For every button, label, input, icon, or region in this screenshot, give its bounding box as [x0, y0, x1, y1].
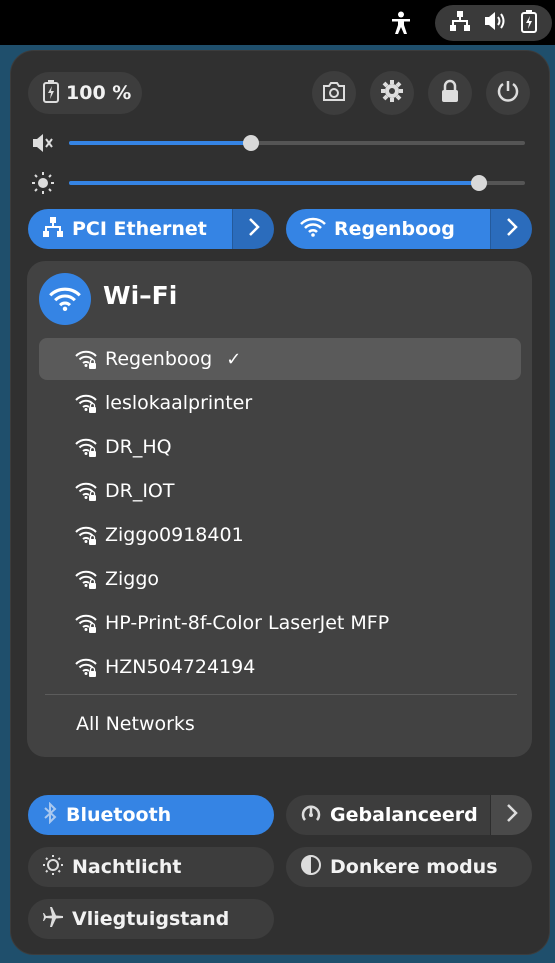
network-name: DR_HQ [105, 436, 172, 458]
power-mode-label: Gebalanceerd [330, 804, 478, 826]
power-icon [496, 79, 520, 107]
network-item[interactable]: DR_IOT [39, 470, 521, 512]
volume-slider-knob[interactable] [243, 135, 260, 151]
network-name: HP-Print-8f-Color LaserJet MFP [105, 612, 390, 634]
top-bar [0, 0, 555, 45]
network-item[interactable]: HZN504724194 [39, 646, 521, 688]
network-name: Ziggo0918401 [105, 524, 244, 546]
network-item[interactable]: DR_HQ [39, 426, 521, 468]
system-status-area[interactable] [435, 5, 552, 41]
power-mode-menu-arrow[interactable] [490, 795, 532, 835]
wifi-secure-icon [75, 348, 97, 370]
dark-mode-toggle[interactable]: Donkere modus [286, 847, 532, 887]
lock-button[interactable] [428, 71, 472, 115]
battery-icon [42, 79, 60, 108]
network-item[interactable]: Ziggo [39, 558, 521, 600]
network-wired-icon [449, 10, 471, 36]
volume-icon [483, 10, 507, 36]
quick-settings-panel: 100 % PCI Ethernet Regenboog Wi–Fi Regen… [10, 50, 550, 955]
volume-slider-row [31, 129, 531, 157]
wifi-icon [300, 217, 326, 242]
dark-mode-icon [300, 854, 322, 881]
night-light-icon [42, 854, 64, 881]
power-profile-icon [300, 802, 322, 829]
wifi-secure-icon [75, 436, 97, 458]
power-mode-button[interactable]: Gebalanceerd [286, 795, 532, 835]
wifi-secure-icon [75, 656, 97, 678]
wifi-label: Regenboog [334, 218, 455, 240]
night-light-label: Nachtlicht [72, 856, 182, 878]
network-name: DR_IOT [105, 480, 175, 502]
wifi-menu-title: Wi–Fi [103, 281, 178, 310]
wifi-secure-icon [75, 568, 97, 590]
network-item[interactable]: Ziggo0918401 [39, 514, 521, 556]
chevron-right-icon [506, 803, 518, 828]
night-light-toggle[interactable]: Nachtlicht [28, 847, 274, 887]
bluetooth-icon [42, 801, 58, 829]
chevron-right-icon [248, 217, 260, 242]
brightness-slider-knob[interactable] [471, 175, 488, 191]
power-button[interactable] [486, 71, 530, 115]
volume-slider[interactable] [69, 135, 525, 151]
brightness-slider-fill [69, 181, 480, 185]
power-mode-toggle[interactable]: Gebalanceerd [286, 795, 490, 835]
wifi-secure-icon [75, 612, 97, 634]
brightness-icon [31, 171, 55, 195]
wifi-secure-icon [75, 480, 97, 502]
network-name: Ziggo [105, 568, 160, 590]
all-networks-item[interactable]: All Networks [76, 713, 195, 735]
volume-slider-fill [69, 141, 252, 145]
bluetooth-toggle[interactable]: Bluetooth [28, 795, 274, 835]
screenshot-button[interactable] [312, 71, 356, 115]
network-wired-icon [42, 216, 64, 243]
network-item[interactable]: leslokaalprinter [39, 382, 521, 424]
volume-muted-icon[interactable] [31, 131, 55, 155]
wifi-button[interactable]: Regenboog [286, 209, 532, 249]
network-item[interactable]: Regenboog ✓ [39, 338, 521, 380]
battery-label: 100 % [66, 82, 132, 104]
wifi-menu-arrow[interactable] [490, 209, 532, 249]
wifi-menu: Wi–Fi Regenboog ✓ leslokaalprinter DR_HQ DR_… [27, 261, 532, 757]
wifi-secure-icon [75, 392, 97, 414]
ethernet-menu-arrow[interactable] [232, 209, 274, 249]
bluetooth-label: Bluetooth [66, 804, 172, 826]
network-name: HZN504724194 [105, 656, 256, 678]
airplane-icon [42, 906, 64, 933]
ethernet-button[interactable]: PCI Ethernet [28, 209, 274, 249]
network-item[interactable]: HP-Print-8f-Color LaserJet MFP [39, 602, 521, 644]
menu-divider [45, 694, 517, 695]
screenshot-icon [322, 80, 346, 106]
network-name: leslokaalprinter [105, 392, 253, 414]
dark-mode-label: Donkere modus [330, 856, 498, 878]
chevron-right-icon [506, 217, 518, 242]
airplane-mode-toggle[interactable]: Vliegtuigstand [28, 899, 274, 939]
wifi-secure-icon [75, 524, 97, 546]
battery-button[interactable]: 100 % [28, 72, 142, 114]
battery-icon [520, 9, 538, 37]
lock-icon [440, 79, 460, 107]
network-name: Regenboog [105, 348, 213, 370]
accessibility-icon[interactable] [386, 8, 416, 38]
ethernet-label: PCI Ethernet [72, 218, 207, 240]
connected-check-icon: ✓ [226, 348, 242, 370]
brightness-slider-row [31, 169, 531, 197]
settings-icon [380, 79, 404, 107]
wifi-toggle[interactable]: Regenboog [286, 209, 490, 249]
airplane-mode-label: Vliegtuigstand [72, 908, 230, 930]
wifi-header-icon [39, 273, 91, 325]
ethernet-toggle[interactable]: PCI Ethernet [28, 209, 232, 249]
brightness-slider[interactable] [69, 175, 525, 191]
settings-button[interactable] [370, 71, 414, 115]
